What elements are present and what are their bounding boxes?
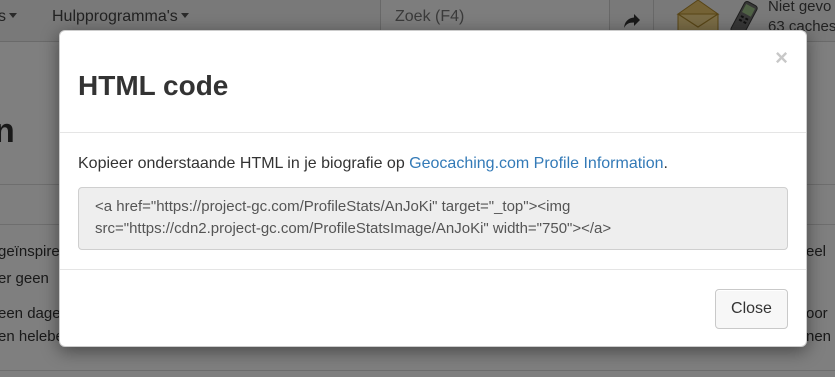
code-line-2: src="https://cdn2.project-gc.com/Profile… — [95, 220, 612, 237]
instruction-text: Kopieer onderstaande HTML in je biografi… — [78, 153, 788, 175]
profile-information-link[interactable]: Geocaching.com Profile Information — [409, 155, 663, 172]
close-icon[interactable]: × — [775, 46, 788, 70]
code-line-1: <a href="https://project-gc.com/ProfileS… — [95, 198, 571, 215]
dialog-header: HTML code × — [60, 31, 806, 133]
instruction-label: Kopieer onderstaande HTML in je biografi… — [78, 155, 410, 172]
dialog-footer: Close — [60, 269, 806, 347]
html-code-textarea[interactable]: <a href="https://project-gc.com/ProfileS… — [78, 187, 788, 250]
instruction-period: . — [663, 155, 668, 172]
dialog-body: Kopieer onderstaande HTML in je biografi… — [78, 153, 788, 250]
html-code-dialog: HTML code × Kopieer onderstaande HTML in… — [59, 30, 807, 347]
close-button[interactable]: Close — [715, 289, 788, 329]
dialog-title: HTML code — [78, 70, 229, 101]
